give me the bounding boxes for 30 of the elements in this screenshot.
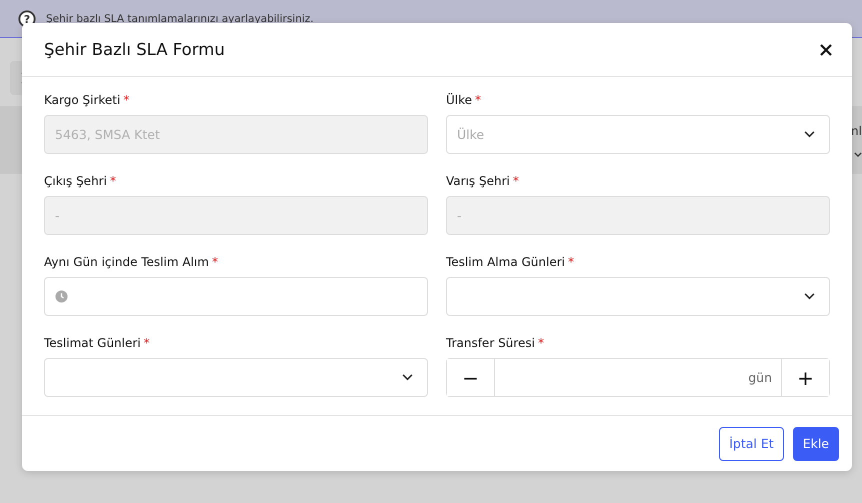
- select-field[interactable]: [44, 358, 428, 397]
- field-label: Varış Şehri: [446, 174, 510, 189]
- select-field[interactable]: [446, 277, 830, 316]
- column-header: nl: [851, 124, 862, 138]
- required-mark: *: [512, 174, 519, 189]
- add-button[interactable]: Ekle: [792, 426, 839, 460]
- field-label: Teslim Alma Günleri: [446, 255, 565, 270]
- modal-title: Şehir Bazlı SLA Formu: [44, 40, 225, 59]
- required-mark: *: [538, 336, 544, 351]
- required-mark: *: [568, 255, 574, 270]
- required-mark: *: [144, 336, 150, 351]
- cancel-button[interactable]: İptal Et: [719, 426, 784, 460]
- field-label: Aynı Gün içinde Teslim Alım: [44, 255, 209, 270]
- required-mark: *: [475, 93, 482, 108]
- field-label: Çıkış Şehri: [44, 174, 107, 189]
- field-label: Ülke: [446, 93, 472, 108]
- clock-icon: [55, 290, 68, 303]
- time-field[interactable]: [44, 277, 428, 316]
- required-mark: *: [123, 93, 130, 108]
- chevron-down-icon: [854, 152, 862, 156]
- chevron-down-icon: [804, 293, 815, 300]
- banner-text: Şehir bazlı SLA tanımlamalarınızı ayarlayabilirsiniz.: [46, 12, 314, 24]
- chevron-down-icon: [402, 374, 413, 381]
- required-mark: *: [110, 174, 116, 189]
- field-label: Kargo Şirketi: [44, 93, 120, 108]
- field-label: Transfer Süresi: [446, 336, 535, 351]
- chevron-down-icon: [804, 131, 815, 138]
- required-mark: *: [212, 255, 218, 270]
- field-label: Teslimat Günleri: [44, 336, 141, 351]
- close-icon[interactable]: [820, 44, 832, 56]
